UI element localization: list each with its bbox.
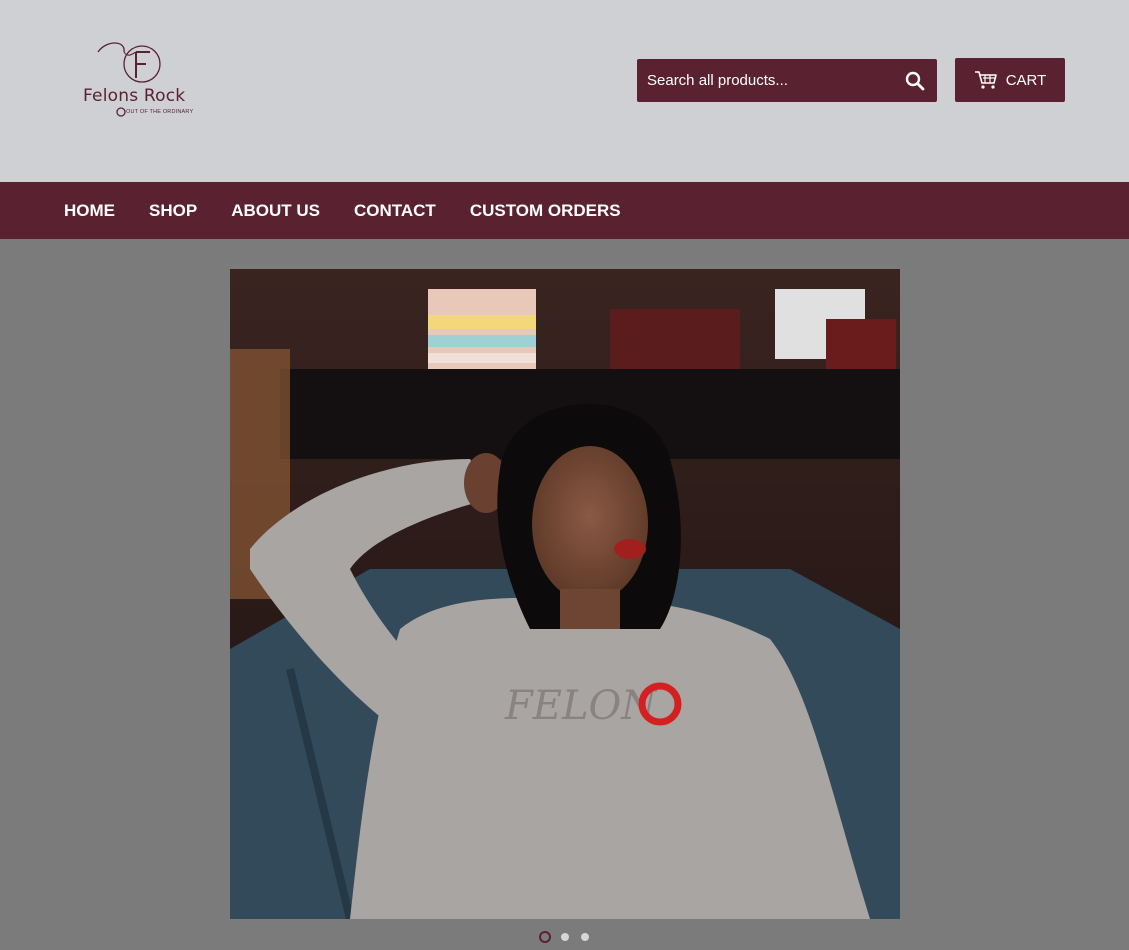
slide-dot-2[interactable]	[561, 933, 569, 941]
logo-tagline: OUT OF THE ORDINARY	[126, 109, 194, 115]
hero-photo: FELON	[230, 269, 900, 919]
slideshow-dots	[539, 931, 591, 943]
slide-dot-1[interactable]	[539, 931, 551, 943]
search-icon	[905, 71, 925, 90]
shirt-print: FELON	[504, 683, 658, 729]
nav-item-shop[interactable]: SHOP	[149, 201, 197, 221]
nav-item-about-us[interactable]: ABOUT US	[231, 201, 320, 221]
search-button[interactable]	[893, 59, 937, 102]
brand-logo[interactable]: Felons Rock OUT OF THE ORDINARY	[78, 38, 202, 122]
main-nav: HOME SHOP ABOUT US CONTACT CUSTOM ORDERS	[0, 182, 1129, 239]
nav-item-custom-orders[interactable]: CUSTOM ORDERS	[470, 201, 621, 221]
nav-item-contact[interactable]: CONTACT	[354, 201, 436, 221]
cart-label: CART	[1005, 71, 1047, 89]
cart-icon	[974, 71, 997, 89]
slide-dot-3[interactable]	[581, 933, 589, 941]
hero-slide-image: FELON	[230, 269, 900, 919]
site-header: Felons Rock OUT OF THE ORDINARY CART	[0, 0, 1129, 182]
logo-wordmark: Felons Rock	[83, 86, 186, 106]
nav-item-home[interactable]: HOME	[64, 201, 115, 221]
search-form	[637, 59, 937, 102]
search-input[interactable]	[637, 59, 893, 102]
cart-button[interactable]: CART	[955, 58, 1065, 102]
